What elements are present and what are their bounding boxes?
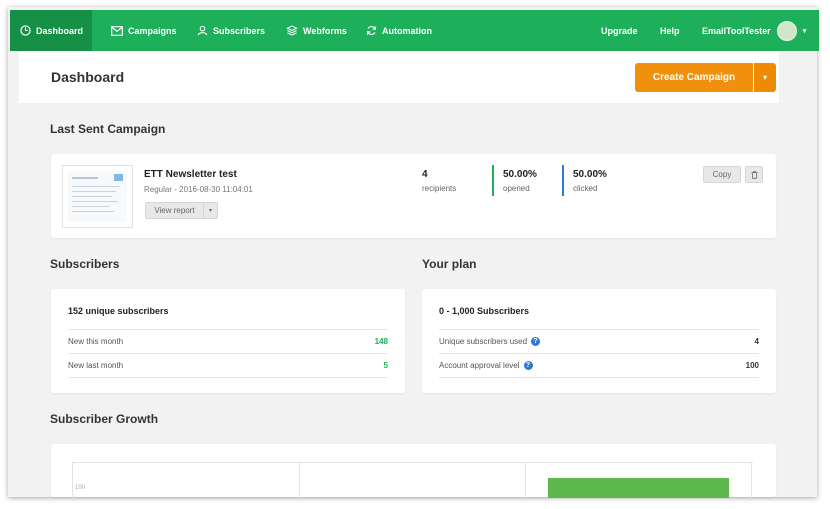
nav-upgrade[interactable]: Upgrade: [601, 10, 638, 51]
help-icon[interactable]: ?: [523, 361, 533, 371]
copy-button[interactable]: Copy: [703, 166, 741, 183]
approval-level-value: 100: [745, 361, 759, 370]
new-last-month-label: New last month: [68, 361, 124, 370]
opened-value: 50.00%: [503, 169, 537, 180]
recipients-label: recipients: [422, 184, 457, 193]
view-report-button[interactable]: View report: [145, 202, 204, 219]
trash-icon: [750, 170, 758, 179]
list-item: New this month 148: [68, 329, 388, 353]
chevron-down-icon: ▾: [208, 208, 212, 214]
page-title: Dashboard: [51, 69, 125, 85]
plan-title: Your plan: [422, 257, 477, 271]
layers-icon: [286, 25, 298, 36]
subscribers-card: 152 unique subscribers New this month 14…: [51, 289, 405, 393]
opened-divider: [492, 165, 494, 196]
growth-bar: [548, 478, 729, 498]
account-name: EmailToolTester: [702, 25, 771, 36]
clicked-divider: [562, 165, 564, 196]
unique-used-label: Unique subscribers used: [439, 336, 528, 346]
nav-automation-label: Automation: [382, 25, 432, 36]
list-item: Unique subscribers used? 4: [439, 329, 759, 353]
campaign-thumbnail[interactable]: [62, 165, 133, 228]
nav-webforms-label: Webforms: [303, 25, 347, 36]
last-sent-title: Last Sent Campaign: [50, 122, 166, 136]
chevron-down-icon: ▾: [802, 27, 807, 35]
unique-used-value: 4: [754, 337, 759, 346]
avatar: [776, 20, 797, 41]
opened-label: opened: [503, 184, 530, 193]
nav-subscribers[interactable]: Subscribers: [197, 10, 265, 51]
page-header: Dashboard Create Campaign ▾: [19, 51, 779, 103]
campaign-name[interactable]: ETT Newsletter test: [144, 169, 237, 180]
account-menu[interactable]: EmailToolTester ▾: [702, 10, 806, 51]
grid-line: [299, 463, 300, 498]
create-campaign-button[interactable]: Create Campaign: [635, 63, 753, 92]
clicked-value: 50.00%: [573, 169, 607, 180]
nav-subscribers-label: Subscribers: [213, 25, 266, 36]
delete-button[interactable]: [745, 166, 763, 183]
unique-subscribers: 152 unique subscribers: [68, 306, 169, 316]
list-item: Account approval level? 100: [439, 353, 759, 378]
dashboard-icon: [20, 25, 31, 36]
user-icon: [197, 25, 208, 36]
last-sent-card: ETT Newsletter test Regular - 2016-08-30…: [51, 154, 776, 238]
clicked-label: clicked: [573, 184, 598, 193]
top-nav: Dashboard Campaigns Subscribers Webforms…: [10, 10, 819, 51]
plan-card: 0 - 1,000 Subscribers Unique subscribers…: [422, 289, 776, 393]
new-this-month-value: 148: [374, 337, 388, 346]
nav-automation[interactable]: Automation: [366, 10, 432, 51]
sync-icon: [366, 26, 377, 35]
nav-dashboard-label: Dashboard: [36, 25, 84, 36]
grid-line: [525, 463, 526, 498]
new-this-month-label: New this month: [68, 337, 124, 346]
growth-chart: 100: [72, 462, 753, 498]
approval-level-label: Account approval level: [439, 360, 520, 370]
help-icon[interactable]: ?: [531, 337, 541, 347]
nav-webforms[interactable]: Webforms: [286, 10, 347, 51]
nav-help[interactable]: Help: [660, 10, 680, 51]
list-item: New last month 5: [68, 353, 388, 378]
new-last-month-value: 5: [383, 361, 388, 370]
nav-help-label: Help: [660, 25, 680, 36]
create-campaign-dropdown[interactable]: ▾: [754, 63, 776, 92]
nav-upgrade-label: Upgrade: [601, 25, 638, 36]
recipients-value: 4: [422, 169, 428, 180]
plan-name: 0 - 1,000 Subscribers: [439, 306, 530, 316]
subscribers-title: Subscribers: [50, 257, 120, 271]
nav-dashboard[interactable]: Dashboard: [10, 10, 92, 51]
growth-title: Subscriber Growth: [50, 412, 159, 426]
nav-campaigns-label: Campaigns: [128, 25, 177, 36]
campaign-meta: Regular - 2016-08-30 11:04:01: [144, 185, 253, 194]
growth-card: 100: [51, 444, 776, 498]
grid-line: [751, 463, 752, 498]
y-tick-label: 100: [75, 485, 86, 491]
envelope-icon: [111, 25, 123, 36]
nav-campaigns[interactable]: Campaigns: [111, 10, 177, 51]
view-report-dropdown[interactable]: ▾: [203, 202, 218, 219]
chevron-down-icon: ▾: [762, 73, 767, 82]
